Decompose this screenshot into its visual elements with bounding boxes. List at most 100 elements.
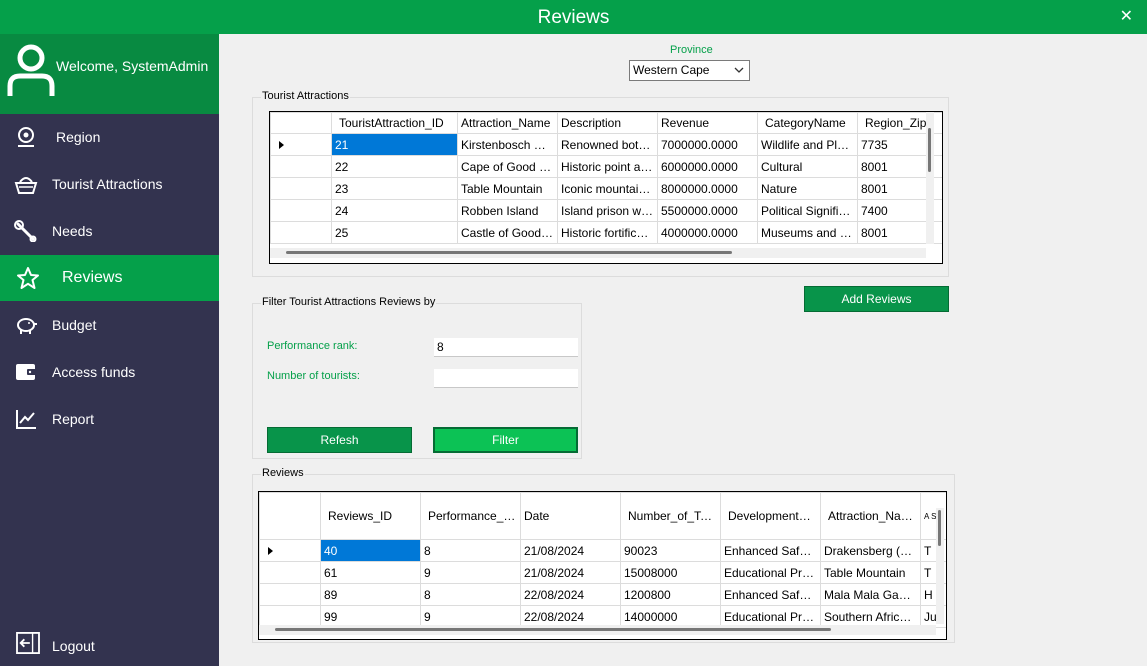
table-cell[interactable]: Museums and ar... (757, 221, 858, 244)
table-cell[interactable]: Historic point at t... (557, 155, 658, 178)
filter-button[interactable]: Filter (433, 427, 578, 453)
table-row[interactable]: 89 8 22/08/2024 1200800 Enhanced Safety.… (259, 583, 946, 606)
nav-item-report[interactable]: Report (0, 396, 219, 442)
table-cell[interactable]: 21 (331, 133, 458, 156)
table-cell[interactable]: 23 (331, 177, 458, 200)
table-cell[interactable]: 7000000.0000 (657, 133, 758, 156)
table-cell[interactable]: Robben Island (457, 199, 558, 222)
table-cell[interactable]: 5500000.0000 (657, 199, 758, 222)
table-cell[interactable]: Kirstenbosch Nati... (457, 133, 558, 156)
table-cell[interactable]: 8 (420, 539, 521, 562)
table-row[interactable]: 22 Cape of Good Ho... Historic point at … (270, 155, 942, 178)
province-dropdown[interactable]: Western Cape (629, 60, 750, 81)
table-cell[interactable]: Enhanced Safety... (720, 539, 821, 562)
add-reviews-button[interactable]: Add Reviews (804, 286, 949, 312)
column-header[interactable]: Attraction_Name (820, 492, 921, 540)
table-cell[interactable]: Castle of Good H... (457, 221, 558, 244)
column-header[interactable]: TouristAttraction_ID (331, 112, 458, 134)
table-cell[interactable]: Wildlife and Plant... (757, 133, 858, 156)
vertical-scrollbar[interactable] (926, 112, 934, 244)
table-row[interactable]: 25 Castle of Good H... Historic fortific… (270, 221, 942, 244)
table-cell[interactable]: 6000000.0000 (657, 155, 758, 178)
horizontal-scrollbar[interactable] (259, 625, 936, 635)
vertical-scrollbar[interactable] (936, 508, 944, 624)
scrollbar-thumb[interactable] (938, 510, 941, 546)
nav-item-needs[interactable]: Needs (0, 208, 219, 254)
table-cell[interactable]: Table Mountain (457, 177, 558, 200)
row-header[interactable] (270, 199, 332, 222)
number-of-tourists-input[interactable] (434, 369, 578, 388)
scrollbar-thumb[interactable] (275, 628, 831, 631)
table-cell[interactable]: Mala Mala Game ... (820, 583, 921, 606)
nav-label-needs: Needs (52, 223, 93, 239)
table-cell[interactable]: Enhanced Safety... (720, 583, 821, 606)
table-cell[interactable]: 22/08/2024 (520, 583, 621, 606)
column-header[interactable]: Date (520, 492, 621, 540)
performance-rank-input[interactable] (434, 338, 578, 357)
table-cell[interactable]: Renowned botan... (557, 133, 658, 156)
column-header[interactable]: CategoryName (757, 112, 858, 134)
row-header[interactable] (270, 155, 332, 178)
row-header[interactable] (270, 133, 332, 156)
row-header[interactable] (259, 539, 321, 562)
reviews-grid[interactable]: Reviews_ID Performance_Rank Date Number_… (258, 491, 947, 640)
close-icon[interactable]: ✕ (1120, 6, 1133, 26)
nav-label-report: Report (52, 411, 95, 427)
column-header[interactable]: Description (557, 112, 658, 134)
table-cell[interactable]: 1200800 (620, 583, 721, 606)
column-header[interactable]: Development_Nam (720, 492, 821, 540)
table-row[interactable]: 23 Table Mountain Iconic mountain ... 80… (270, 177, 942, 200)
nav-item-tourist-attractions[interactable]: Tourist Attractions (0, 161, 219, 207)
row-header[interactable] (259, 561, 321, 584)
table-cell[interactable]: 61 (320, 561, 421, 584)
table-cell[interactable]: 21/08/2024 (520, 539, 621, 562)
table-cell[interactable]: 4000000.0000 (657, 221, 758, 244)
table-cell[interactable]: Cape of Good Ho... (457, 155, 558, 178)
row-header[interactable] (270, 221, 332, 244)
table-cell[interactable]: 8000000.0000 (657, 177, 758, 200)
table-cell[interactable]: 40 (320, 539, 421, 562)
table-row[interactable]: 21 Kirstenbosch Nati... Renowned botan..… (270, 133, 942, 156)
grid-header-row: Reviews_ID Performance_Rank Date Number_… (259, 492, 946, 540)
table-cell[interactable]: Iconic mountain ... (557, 177, 658, 200)
table-cell[interactable]: Educational Prog... (720, 561, 821, 584)
logout-button[interactable]: Logout (0, 622, 219, 666)
table-cell[interactable]: Historic fortificatio... (557, 221, 658, 244)
table-cell[interactable]: Drakensberg (Mo... (820, 539, 921, 562)
table-cell[interactable]: 9 (420, 561, 521, 584)
table-cell[interactable]: 22 (331, 155, 458, 178)
table-cell[interactable]: Political Significa... (757, 199, 858, 222)
nav-item-budget[interactable]: Budget (0, 302, 219, 348)
column-header[interactable]: Number_of_Tourist (620, 492, 721, 540)
tourist-attractions-grid[interactable]: TouristAttraction_ID Attraction_Name Des… (269, 111, 943, 264)
table-cell[interactable]: Table Mountain (820, 561, 921, 584)
horizontal-scrollbar[interactable] (270, 248, 926, 258)
table-cell[interactable]: 90023 (620, 539, 721, 562)
column-header[interactable]: Revenue (657, 112, 758, 134)
nav-item-access-funds[interactable]: Access funds (0, 349, 219, 395)
column-header[interactable]: Attraction_Name (457, 112, 558, 134)
table-cell[interactable]: 15008000 (620, 561, 721, 584)
scrollbar-thumb[interactable] (286, 251, 732, 254)
column-header[interactable]: Performance_Rank (420, 492, 521, 540)
nav-item-region[interactable]: Region (0, 114, 219, 160)
table-cell[interactable]: 21/08/2024 (520, 561, 621, 584)
province-value: Western Cape (633, 63, 710, 77)
table-row[interactable]: 40 8 21/08/2024 90023 Enhanced Safety...… (259, 539, 946, 562)
table-row[interactable]: 24 Robben Island Island prison whe... 55… (270, 199, 942, 222)
row-header[interactable] (270, 177, 332, 200)
table-cell[interactable]: Cultural (757, 155, 858, 178)
table-cell[interactable]: 25 (331, 221, 458, 244)
table-cell[interactable]: Island prison whe... (557, 199, 658, 222)
row-header[interactable] (259, 583, 321, 606)
nav-item-reviews[interactable]: Reviews (0, 255, 219, 301)
table-cell[interactable]: 89 (320, 583, 421, 606)
table-cell[interactable]: 8 (420, 583, 521, 606)
title-bar: Reviews ✕ (0, 0, 1147, 34)
column-header[interactable]: Reviews_ID (320, 492, 421, 540)
scrollbar-thumb[interactable] (928, 128, 931, 172)
table-cell[interactable]: 24 (331, 199, 458, 222)
table-cell[interactable]: Nature (757, 177, 858, 200)
refresh-button[interactable]: Refesh (267, 427, 412, 453)
table-row[interactable]: 61 9 21/08/2024 15008000 Educational Pro… (259, 561, 946, 584)
